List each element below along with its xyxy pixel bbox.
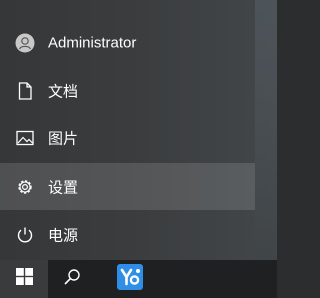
gear-icon: [14, 176, 36, 198]
search-icon: [63, 268, 81, 291]
pictures-icon: [14, 127, 36, 149]
windows-logo-icon: [15, 268, 33, 290]
user-avatar-icon: [14, 32, 36, 54]
menu-item-label: 文档: [48, 83, 79, 100]
taskbar: [0, 260, 277, 298]
menu-item-label: 设置: [48, 179, 79, 196]
search-button[interactable]: [48, 260, 96, 298]
menu-item-label: 图片: [48, 130, 79, 147]
menu-item-label: Administrator: [48, 34, 137, 51]
menu-item-settings[interactable]: 设置: [0, 163, 255, 210]
start-menu-edge: [255, 0, 277, 260]
menu-item-pictures[interactable]: 图片: [0, 114, 255, 161]
app-icon: [117, 263, 143, 295]
start-menu: Administrator 文档 图片 设置 电源: [0, 0, 277, 260]
start-button[interactable]: [0, 260, 48, 298]
menu-item-administrator[interactable]: Administrator: [0, 19, 255, 66]
menu-item-power[interactable]: 电源: [0, 211, 255, 258]
pinned-app-button[interactable]: [106, 260, 154, 298]
menu-item-label: 电源: [48, 227, 79, 244]
power-icon: [14, 224, 36, 246]
document-icon: [14, 80, 36, 102]
menu-item-documents[interactable]: 文档: [0, 67, 255, 114]
